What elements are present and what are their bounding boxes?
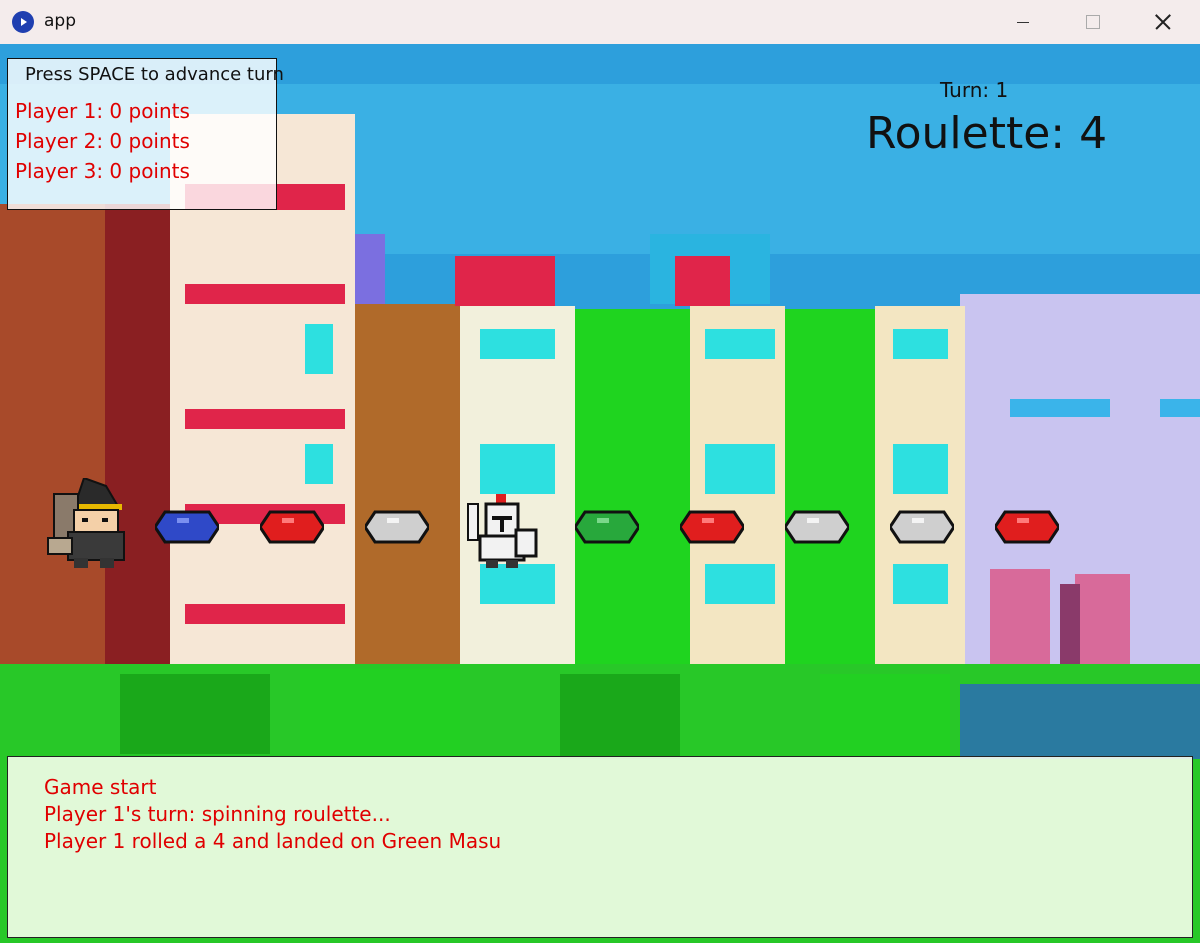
score-panel: Press SPACE to advance turn Player 1: 0 … — [7, 58, 284, 210]
board-space-gray — [365, 510, 429, 544]
red-masu-icon — [260, 510, 324, 544]
board-space-gray — [785, 510, 849, 544]
close-button[interactable] — [1128, 0, 1198, 44]
board-space-blue — [155, 510, 219, 544]
board-space-red — [680, 510, 744, 544]
advance-turn-instruction: Press SPACE to advance turn — [25, 64, 284, 85]
red-masu-icon — [995, 510, 1059, 544]
gray-masu-icon — [785, 510, 849, 544]
board-space-red — [260, 510, 324, 544]
log-line: Game start — [44, 775, 157, 799]
green-masu-icon — [575, 510, 639, 544]
blue-masu-icon — [155, 510, 219, 544]
gray-masu-icon — [365, 510, 429, 544]
title-bar: app — [0, 0, 1200, 44]
log-line: Player 1 rolled a 4 and landed on Green … — [44, 829, 502, 853]
player-3-score: Player 3: 0 points — [15, 159, 190, 183]
roulette-result: Roulette: 4 — [866, 108, 1108, 159]
app-icon — [12, 11, 34, 33]
board-space-gray — [890, 510, 954, 544]
app-window: app Press SPACE to advance turn Player 1… — [0, 0, 1200, 943]
player-1-score: Player 1: 0 points — [15, 99, 190, 123]
log-line: Player 1's turn: spinning roulette... — [44, 802, 391, 826]
game-canvas[interactable]: Press SPACE to advance turn Player 1: 0 … — [0, 44, 1200, 943]
board-space-red — [995, 510, 1059, 544]
window-title: app — [44, 11, 76, 31]
player-knight-sprite — [466, 494, 540, 570]
turn-counter: Turn: 1 — [940, 78, 1009, 102]
minimize-button[interactable] — [988, 0, 1058, 44]
maximize-button[interactable] — [1058, 0, 1128, 44]
red-masu-icon — [680, 510, 744, 544]
gray-masu-icon — [890, 510, 954, 544]
event-log: Game start Player 1's turn: spinning rou… — [7, 756, 1193, 938]
board-space-green — [575, 510, 639, 544]
player-2-score: Player 2: 0 points — [15, 129, 190, 153]
player-wizard-sprite — [44, 476, 134, 570]
